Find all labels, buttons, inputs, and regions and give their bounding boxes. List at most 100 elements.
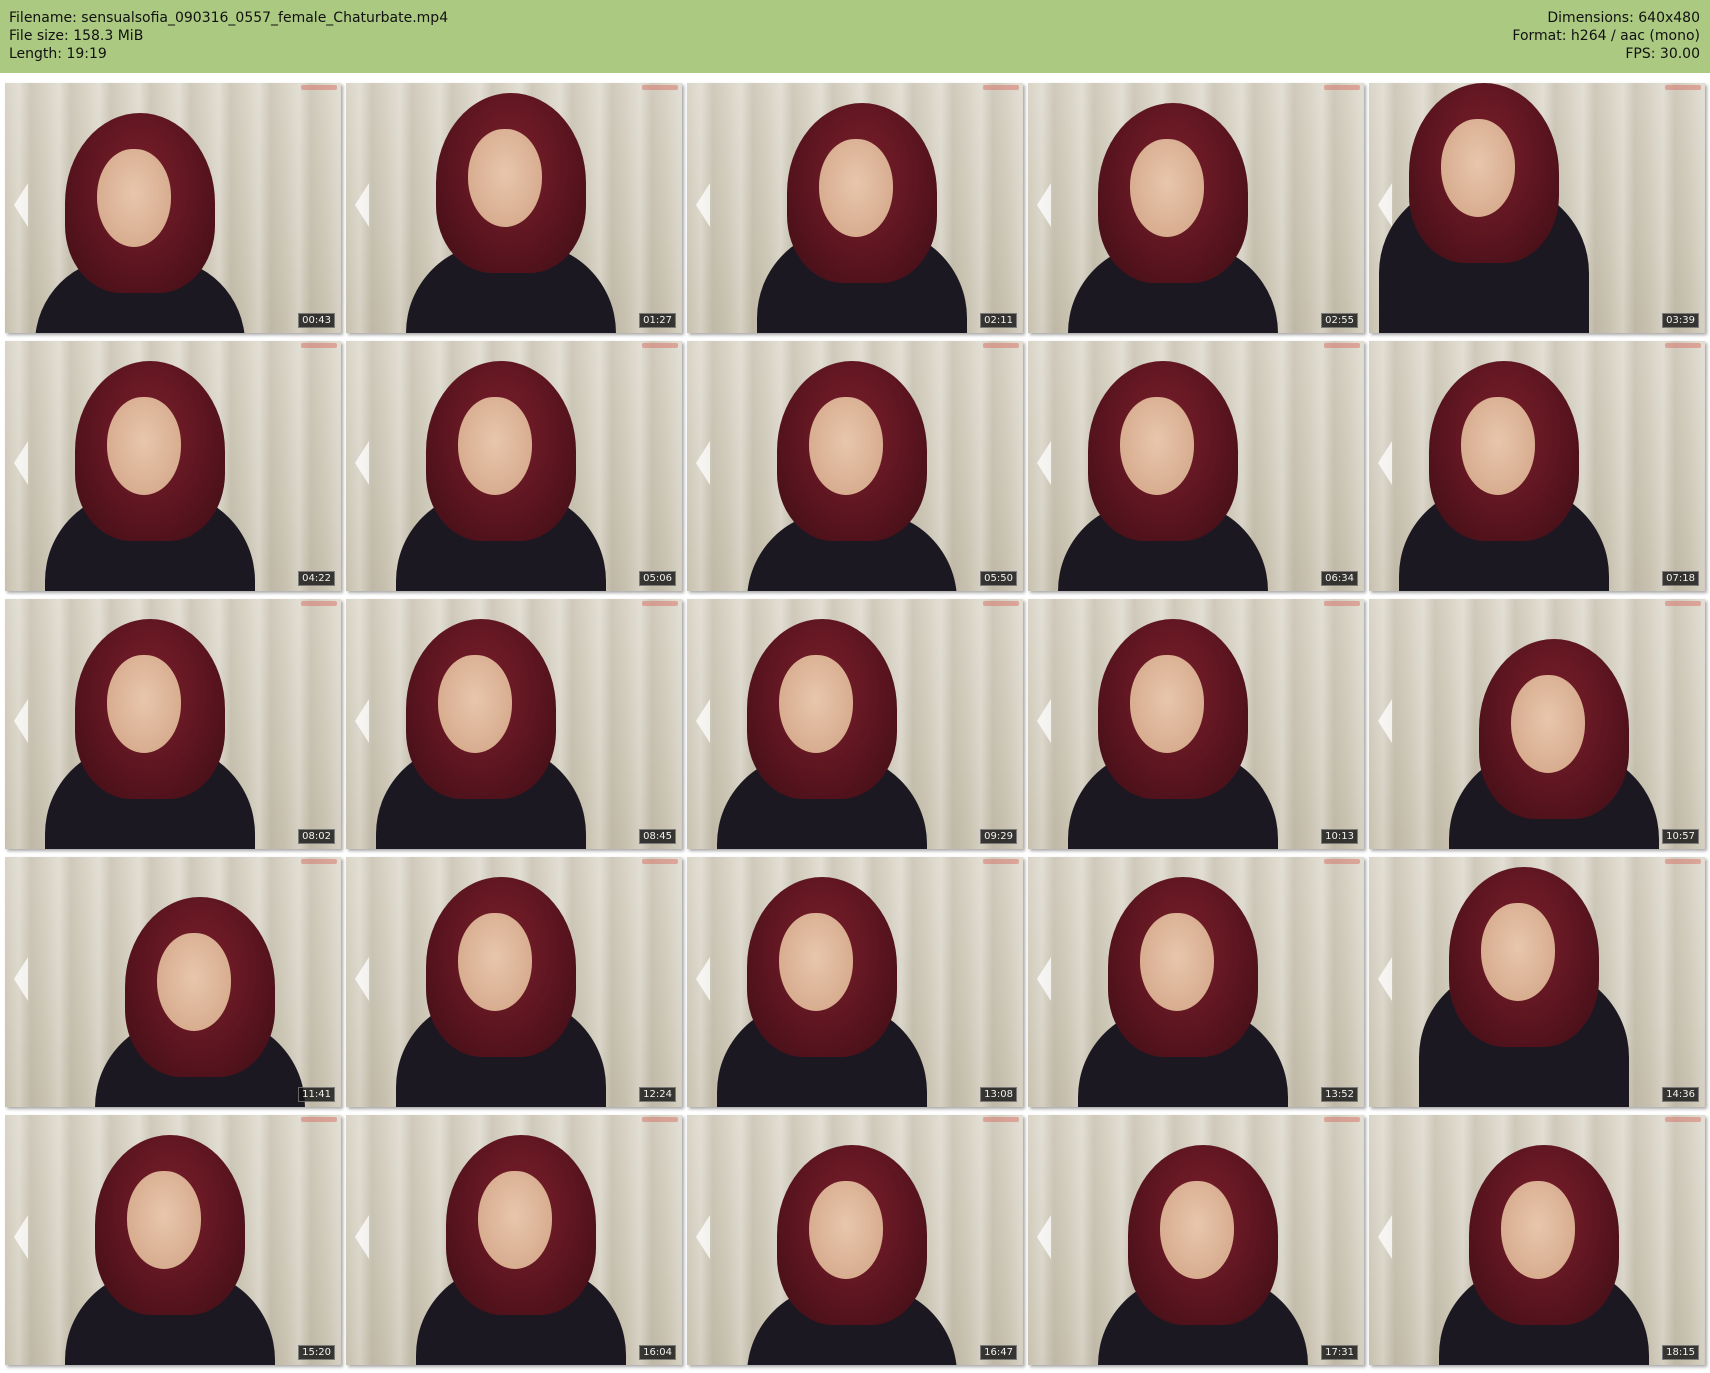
timestamp-label: 00:43 — [298, 313, 335, 328]
arrow-left-icon — [355, 1215, 369, 1259]
person-face-shape — [1120, 397, 1194, 495]
timestamp-label: 08:02 — [298, 829, 335, 844]
watermark-mark — [642, 343, 678, 348]
watermark-mark — [301, 1117, 337, 1122]
video-thumbnail[interactable]: 04:22 — [5, 341, 341, 591]
video-thumbnail[interactable]: 16:04 — [346, 1115, 682, 1365]
timestamp-label: 01:27 — [639, 313, 676, 328]
video-thumbnail[interactable]: 18:15 — [1369, 1115, 1705, 1365]
arrow-left-icon — [14, 183, 28, 227]
timestamp-label: 04:22 — [298, 571, 335, 586]
video-thumbnail[interactable]: 09:29 — [687, 599, 1023, 849]
person-face-shape — [468, 129, 542, 227]
watermark-mark — [1665, 601, 1701, 606]
arrow-left-icon — [1037, 957, 1051, 1001]
arrow-left-icon — [1378, 1215, 1392, 1259]
video-thumbnail[interactable]: 08:02 — [5, 599, 341, 849]
watermark-mark — [1324, 343, 1360, 348]
watermark-mark — [1665, 859, 1701, 864]
header-left: Filename: sensualsofia_090316_0557_femal… — [9, 9, 448, 63]
person-face-shape — [809, 397, 883, 495]
watermark-mark — [1324, 85, 1360, 90]
video-thumbnail[interactable]: 15:20 — [5, 1115, 341, 1365]
watermark-mark — [301, 343, 337, 348]
watermark-mark — [301, 601, 337, 606]
timestamp-label: 10:13 — [1321, 829, 1358, 844]
person-face-shape — [157, 933, 231, 1031]
person-face-shape — [1140, 913, 1214, 1011]
timestamp-label: 16:47 — [980, 1345, 1017, 1360]
video-thumbnail[interactable]: 13:52 — [1028, 857, 1364, 1107]
watermark-mark — [983, 601, 1019, 606]
person-face-shape — [819, 139, 893, 237]
watermark-mark — [642, 859, 678, 864]
person-face-shape — [1130, 655, 1204, 753]
arrow-left-icon — [14, 957, 28, 1001]
watermark-mark — [1324, 1117, 1360, 1122]
video-thumbnail[interactable]: 05:50 — [687, 341, 1023, 591]
video-thumbnail[interactable]: 16:47 — [687, 1115, 1023, 1365]
person-face-shape — [438, 655, 512, 753]
timestamp-label: 10:57 — [1662, 829, 1699, 844]
watermark-mark — [301, 859, 337, 864]
timestamp-label: 17:31 — [1321, 1345, 1358, 1360]
person-face-shape — [458, 397, 532, 495]
arrow-left-icon — [355, 699, 369, 743]
timestamp-label: 08:45 — [639, 829, 676, 844]
watermark-mark — [1324, 859, 1360, 864]
arrow-left-icon — [355, 957, 369, 1001]
video-thumbnail[interactable]: 00:43 — [5, 83, 341, 333]
watermark-mark — [983, 1117, 1019, 1122]
video-thumbnail[interactable]: 14:36 — [1369, 857, 1705, 1107]
video-thumbnail[interactable]: 02:11 — [687, 83, 1023, 333]
video-thumbnail[interactable]: 13:08 — [687, 857, 1023, 1107]
fps-text: FPS: 30.00 — [1625, 46, 1700, 62]
video-thumbnail[interactable]: 07:18 — [1369, 341, 1705, 591]
timestamp-label: 11:41 — [298, 1087, 335, 1102]
video-thumbnail[interactable]: 08:45 — [346, 599, 682, 849]
timestamp-label: 13:52 — [1321, 1087, 1358, 1102]
timestamp-label: 18:15 — [1662, 1345, 1699, 1360]
arrow-left-icon — [696, 957, 710, 1001]
timestamp-label: 05:06 — [639, 571, 676, 586]
video-thumbnail[interactable]: 03:39 — [1369, 83, 1705, 333]
arrow-left-icon — [1378, 699, 1392, 743]
person-face-shape — [107, 397, 181, 495]
video-thumbnail[interactable]: 02:55 — [1028, 83, 1364, 333]
arrow-left-icon — [696, 1215, 710, 1259]
timestamp-label: 12:24 — [639, 1087, 676, 1102]
video-thumbnail[interactable]: 12:24 — [346, 857, 682, 1107]
person-face-shape — [1481, 903, 1555, 1001]
arrow-left-icon — [355, 183, 369, 227]
arrow-left-icon — [696, 699, 710, 743]
person-face-shape — [107, 655, 181, 753]
video-thumbnail[interactable]: 11:41 — [5, 857, 341, 1107]
person-face-shape — [779, 655, 853, 753]
dimensions-text: Dimensions: 640x480 — [1547, 10, 1700, 26]
arrow-left-icon — [1378, 957, 1392, 1001]
video-thumbnail[interactable]: 06:34 — [1028, 341, 1364, 591]
video-thumbnail[interactable]: 10:13 — [1028, 599, 1364, 849]
video-thumbnail[interactable]: 05:06 — [346, 341, 682, 591]
watermark-mark — [1324, 601, 1360, 606]
watermark-mark — [301, 85, 337, 90]
timestamp-label: 05:50 — [980, 571, 1017, 586]
video-thumbnail[interactable]: 10:57 — [1369, 599, 1705, 849]
person-face-shape — [1160, 1181, 1234, 1279]
watermark-mark — [1665, 1117, 1701, 1122]
filename-text: Filename: sensualsofia_090316_0557_femal… — [9, 10, 449, 26]
person-face-shape — [478, 1171, 552, 1269]
person-face-shape — [809, 1181, 883, 1279]
person-face-shape — [1511, 675, 1585, 773]
length-text: Length: 19:19 — [9, 46, 107, 62]
video-thumbnail[interactable]: 17:31 — [1028, 1115, 1364, 1365]
header-right: Dimensions: 640x480 Format: h264 / aac (… — [1512, 9, 1700, 63]
arrow-left-icon — [1037, 699, 1051, 743]
arrow-left-icon — [14, 699, 28, 743]
arrow-left-icon — [14, 1215, 28, 1259]
person-face-shape — [779, 913, 853, 1011]
arrow-left-icon — [696, 183, 710, 227]
video-thumbnail[interactable]: 01:27 — [346, 83, 682, 333]
arrow-left-icon — [355, 441, 369, 485]
thumbnail-grid: 00:43 01:27 02:11 02:55 03:39 04:22 05:06 05:50… — [5, 83, 1705, 1365]
